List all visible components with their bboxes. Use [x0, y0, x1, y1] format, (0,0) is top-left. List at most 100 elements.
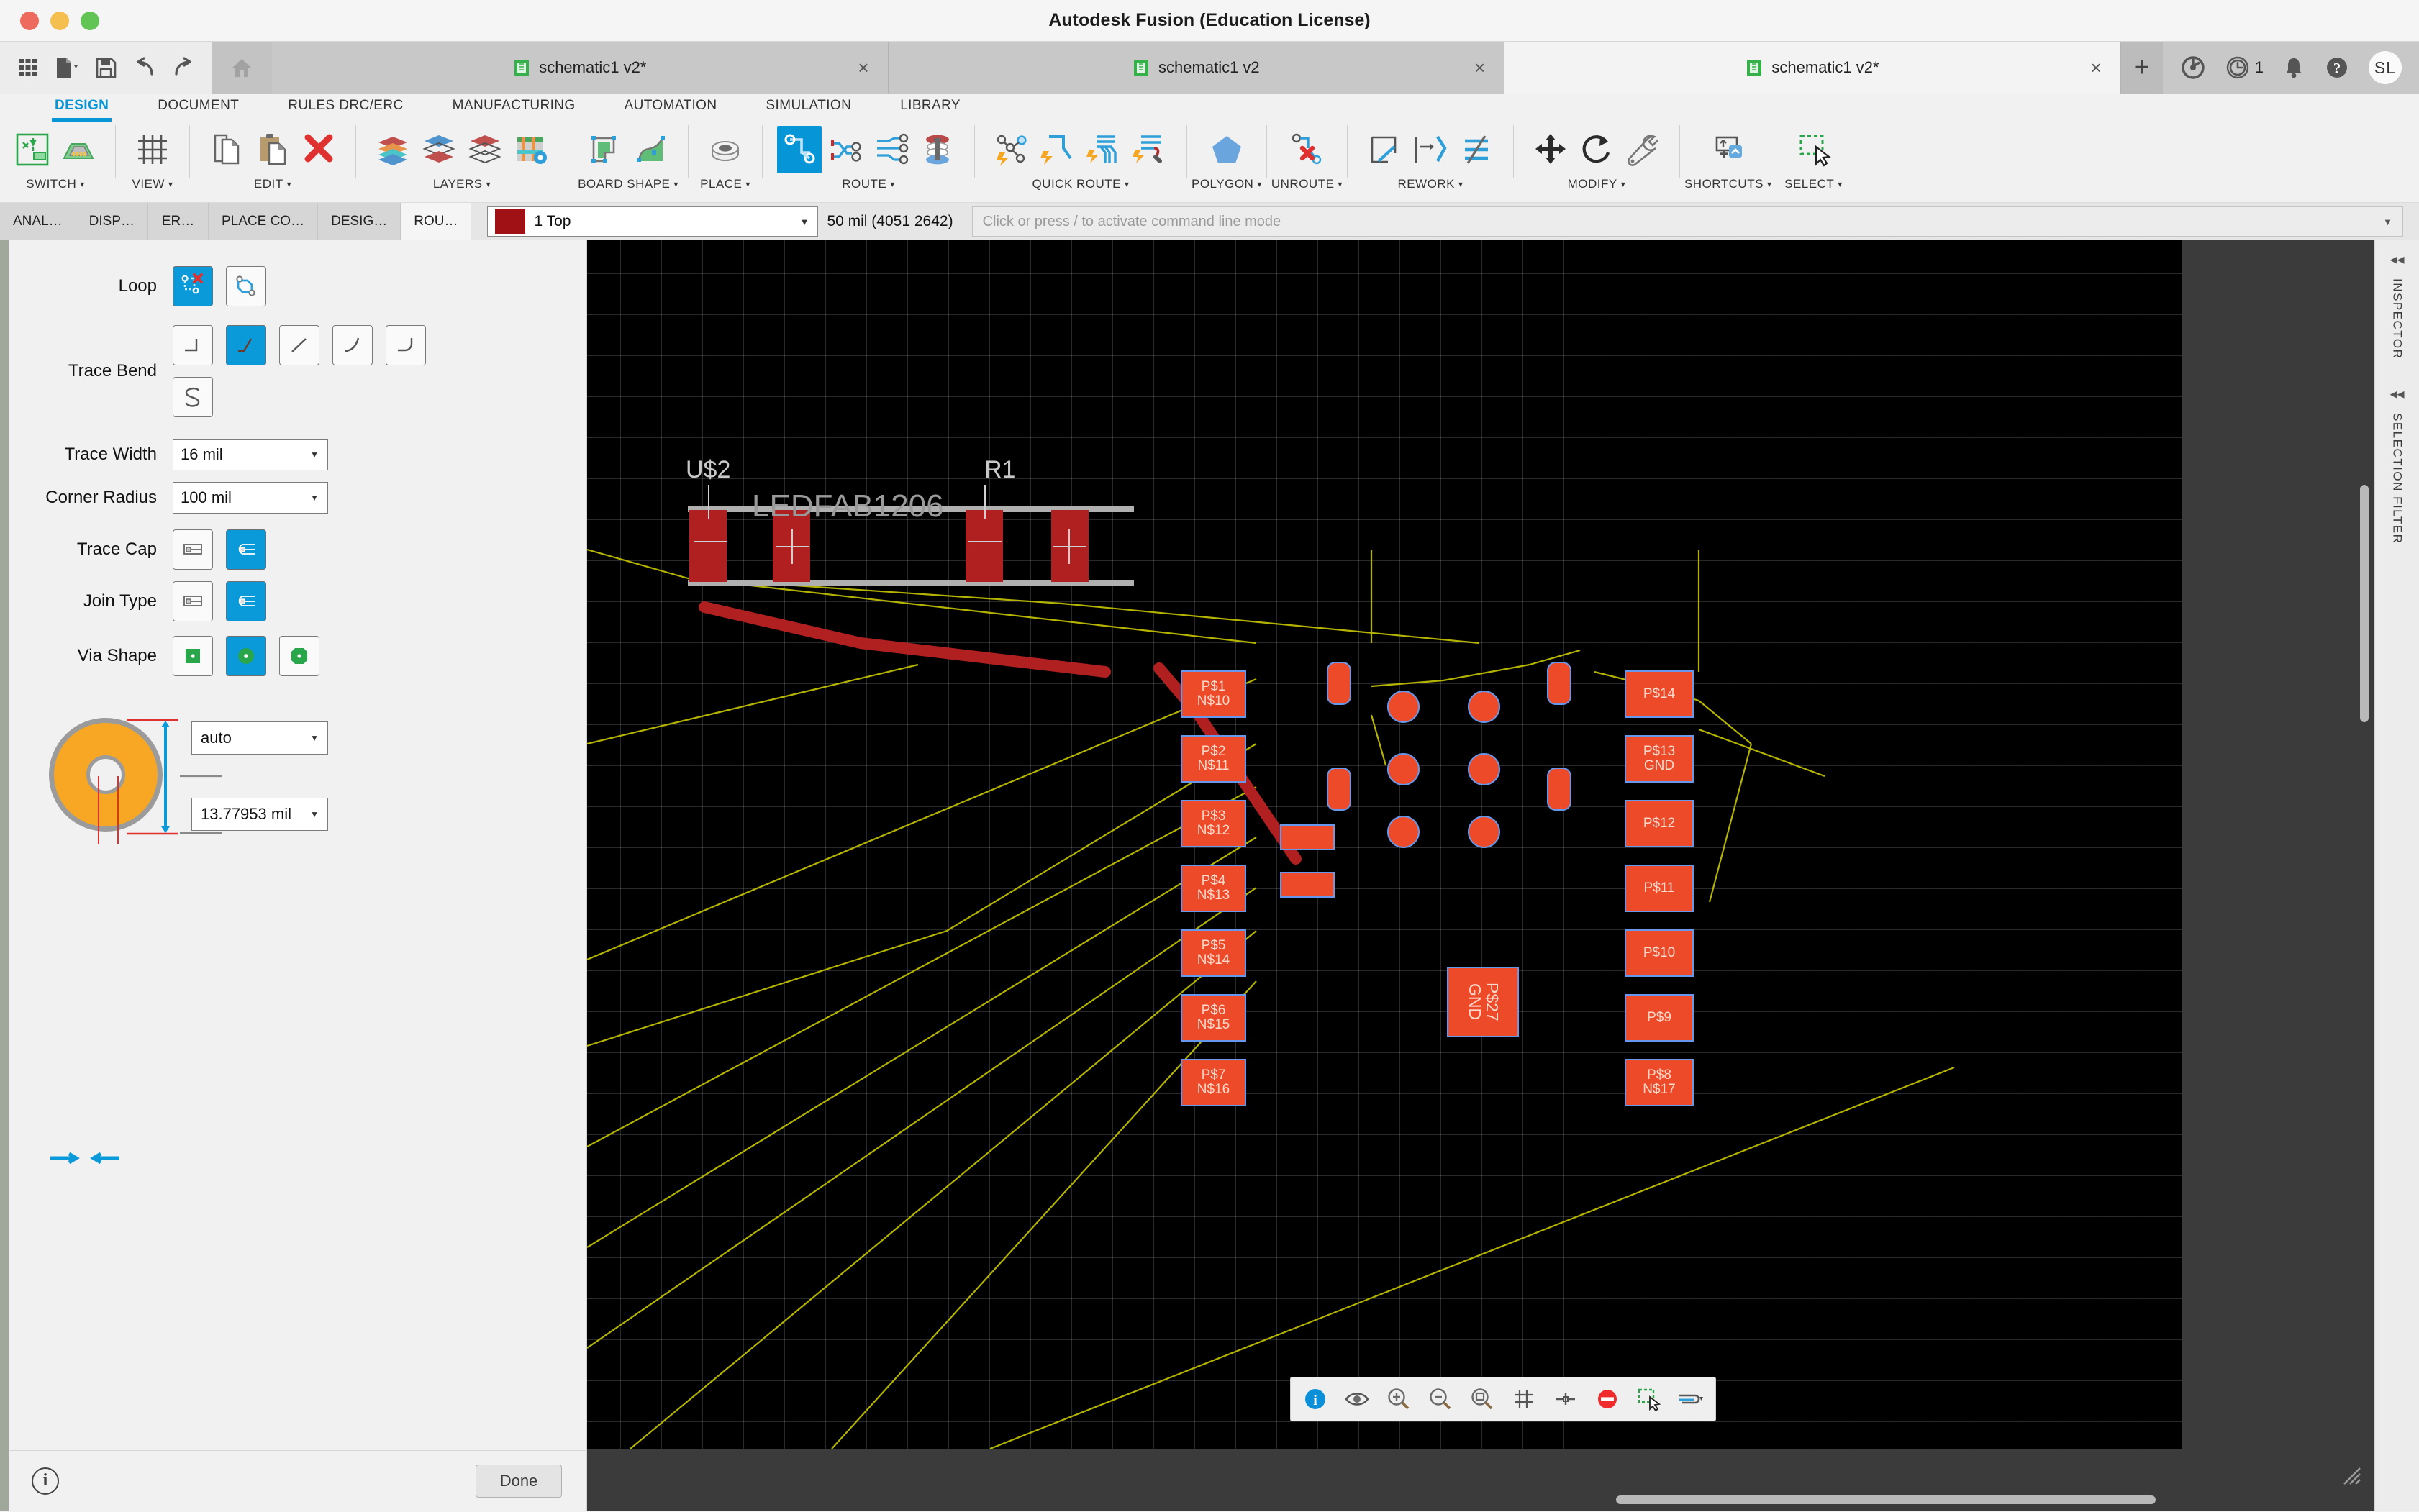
- ribbon-group-unroute-label[interactable]: UNROUTE ▾: [1271, 177, 1343, 191]
- tools-wrench-icon[interactable]: [1620, 126, 1665, 173]
- rework-change-icon[interactable]: [1408, 126, 1453, 173]
- zoom-fit-icon[interactable]: [1468, 1385, 1497, 1413]
- crosshair-snap-icon[interactable]: [1551, 1385, 1580, 1413]
- board-outline-icon[interactable]: [583, 126, 627, 173]
- pad-mid-left-upper[interactable]: [1327, 662, 1351, 705]
- ribbon-group-select-label[interactable]: SELECT ▾: [1784, 177, 1843, 191]
- info-icon[interactable]: i: [32, 1467, 59, 1495]
- join-round-icon[interactable]: [226, 581, 266, 621]
- ribbon-group-polygon-label[interactable]: POLYGON ▾: [1192, 177, 1262, 191]
- quick-route-bus-icon[interactable]: [1081, 126, 1126, 173]
- clock-history-icon[interactable]: 1: [2225, 55, 2264, 81]
- ribbon-group-quick-route-label[interactable]: QUICK ROUTE ▾: [1032, 177, 1129, 191]
- via-pad-2[interactable]: [1468, 691, 1500, 723]
- save-icon[interactable]: [94, 55, 118, 80]
- bend-s-curve-icon[interactable]: [173, 377, 213, 417]
- visibility-eye-icon[interactable]: [1343, 1385, 1371, 1413]
- ribbon-group-rework-label[interactable]: REWORK ▾: [1397, 177, 1463, 191]
- command-line-input[interactable]: Click or press / to activate command lin…: [971, 206, 2403, 237]
- via-pad-5[interactable]: [1387, 816, 1420, 848]
- ribbon-group-place-label[interactable]: PLACE ▾: [700, 177, 750, 191]
- document-tab-3[interactable]: schematic1 v2* ×: [1504, 42, 2121, 94]
- pad-p6[interactable]: P$6 N$15: [1181, 994, 1246, 1042]
- switch-to-board-icon[interactable]: [56, 126, 101, 173]
- secondary-tab-analyze[interactable]: ANAL…: [0, 203, 76, 240]
- rework-miter-icon[interactable]: [1362, 126, 1407, 173]
- pad-p11[interactable]: P$11: [1625, 865, 1694, 912]
- route-mode-icon[interactable]: [1676, 1385, 1705, 1413]
- ribbon-tab-design[interactable]: DESIGN: [30, 94, 133, 122]
- secondary-tab-design[interactable]: DESIG…: [318, 203, 401, 240]
- loop-keep-icon[interactable]: [226, 266, 266, 306]
- resize-grip-icon[interactable]: [2341, 1465, 2361, 1489]
- new-document-icon[interactable]: [55, 55, 79, 80]
- document-tab-1[interactable]: schematic1 v2* ×: [272, 42, 889, 94]
- pad-p3[interactable]: P$3 N$12: [1181, 800, 1246, 847]
- via-round-icon[interactable]: [226, 636, 266, 676]
- layers-settings-icon[interactable]: [509, 126, 553, 173]
- route-trace-icon[interactable]: [777, 126, 822, 173]
- panel-inspector[interactable]: INSPECTOR: [2390, 278, 2405, 359]
- bend-straight-icon[interactable]: [279, 325, 319, 365]
- collapse-icon-2[interactable]: ◂◂: [2390, 385, 2404, 403]
- ribbon-tab-document[interactable]: DOCUMENT: [133, 94, 263, 122]
- polygon-icon[interactable]: [1204, 126, 1249, 173]
- delete-icon[interactable]: [296, 126, 341, 173]
- rotate-icon[interactable]: [1574, 126, 1619, 173]
- ribbon-tab-simulation[interactable]: SIMULATION: [741, 94, 876, 122]
- ribbon-tab-rules[interactable]: RULES DRC/ERC: [263, 94, 427, 122]
- move-icon[interactable]: [1528, 126, 1573, 173]
- route-bus-icon[interactable]: [869, 126, 914, 173]
- home-button[interactable]: [212, 42, 272, 94]
- pad-p8[interactable]: P$8 N$17: [1625, 1059, 1694, 1106]
- ribbon-group-switch-label[interactable]: SWITCH ▾: [26, 177, 85, 191]
- join-flat-icon[interactable]: [173, 581, 213, 621]
- marquee-select-icon[interactable]: [1635, 1385, 1664, 1413]
- ribbon-tab-library[interactable]: LIBRARY: [876, 94, 985, 122]
- pad-mid-left-lower[interactable]: [1327, 768, 1351, 811]
- bell-icon[interactable]: [2282, 55, 2305, 80]
- ribbon-group-route-label[interactable]: ROUTE ▾: [842, 177, 895, 191]
- new-tab-button[interactable]: +: [2120, 42, 2163, 94]
- secondary-tab-route[interactable]: ROU…: [401, 203, 472, 240]
- pad-mid-right-upper[interactable]: [1547, 662, 1571, 705]
- ribbon-group-layers-label[interactable]: LAYERS ▾: [433, 177, 491, 191]
- board-curve-icon[interactable]: [629, 126, 673, 173]
- pad-p1[interactable]: P$1 N$10: [1181, 670, 1246, 718]
- layers-bottom-icon[interactable]: [463, 126, 507, 173]
- layers-all-icon[interactable]: [371, 126, 415, 173]
- pcb-canvas[interactable]: U$2 R1 LEDFAB1206 P$1 N$10 P$2 N$11 P$3 …: [587, 240, 2182, 1449]
- secondary-tab-place-components[interactable]: PLACE CO…: [209, 203, 319, 240]
- ribbon-group-modify-label[interactable]: MODIFY ▾: [1568, 177, 1626, 191]
- ribbon-group-view-label[interactable]: VIEW ▾: [132, 177, 173, 191]
- copy-icon[interactable]: [204, 126, 249, 173]
- layer-selector[interactable]: 1 Top ▼: [487, 206, 819, 237]
- via-pad-3[interactable]: [1387, 753, 1420, 785]
- pad-mid-right-lower[interactable]: [1547, 768, 1571, 811]
- component-r1-pad-1[interactable]: [966, 510, 1003, 582]
- bend-curve-icon[interactable]: [332, 325, 373, 365]
- quick-route-trace-icon[interactable]: [1035, 126, 1080, 173]
- pad-p10[interactable]: P$10: [1625, 929, 1694, 977]
- canvas-vertical-scrollbar[interactable]: [2360, 485, 2369, 722]
- canvas-horizontal-scrollbar[interactable]: [1616, 1495, 2156, 1504]
- shortcuts-icon[interactable]: [1706, 126, 1751, 173]
- cap-round-icon[interactable]: [226, 529, 266, 570]
- switch-to-schematic-icon[interactable]: [10, 126, 55, 173]
- via-pad-4[interactable]: [1468, 753, 1500, 785]
- pad-p27[interactable]: P$27 GND: [1447, 967, 1519, 1037]
- close-window-button[interactable]: [20, 11, 39, 30]
- marquee-select-icon[interactable]: [1791, 126, 1835, 173]
- pad-p5[interactable]: P$5 N$14: [1181, 929, 1246, 977]
- info-icon[interactable]: i: [1301, 1385, 1330, 1413]
- done-button[interactable]: Done: [476, 1464, 562, 1498]
- ribbon-tab-manufacturing[interactable]: MANUFACTURING: [428, 94, 600, 122]
- ribbon-group-shortcuts-label[interactable]: SHORTCUTS ▾: [1684, 177, 1772, 191]
- unroute-icon[interactable]: [1284, 126, 1329, 173]
- via-pad-1[interactable]: [1387, 691, 1420, 723]
- ribbon-tab-automation[interactable]: AUTOMATION: [600, 94, 742, 122]
- place-component-icon[interactable]: [703, 126, 748, 173]
- close-tab-3-icon[interactable]: ×: [2091, 58, 2102, 77]
- bend-arc-icon[interactable]: [386, 325, 426, 365]
- close-tab-1-icon[interactable]: ×: [858, 58, 868, 77]
